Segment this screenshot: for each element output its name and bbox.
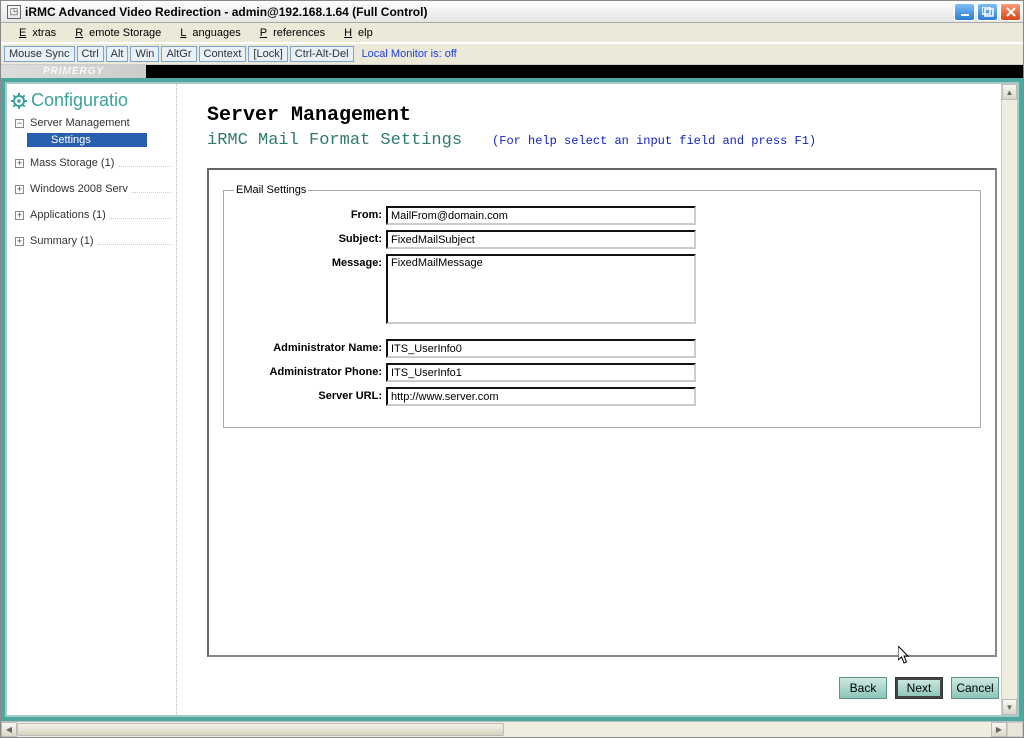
- help-hint: (For help select an input field and pres…: [492, 134, 816, 148]
- outer-horizontal-scrollbar[interactable]: ◀ ▶: [1, 721, 1023, 737]
- tree-mass-storage[interactable]: + Mass Storage (1): [11, 155, 172, 171]
- close-button[interactable]: [1000, 3, 1021, 21]
- tree-summary[interactable]: + Summary (1): [11, 233, 172, 249]
- tree-windows-2008[interactable]: + Windows 2008 Serv: [11, 181, 172, 197]
- from-input[interactable]: [386, 206, 696, 225]
- tree-dots: [132, 186, 172, 193]
- maximize-button[interactable]: [977, 3, 998, 21]
- menu-languages[interactable]: Languages: [168, 25, 246, 41]
- admin-phone-input[interactable]: [386, 363, 696, 382]
- h-scroll-thumb[interactable]: [17, 723, 504, 736]
- toolbar: Mouse Sync Ctrl Alt Win AltGr Context [L…: [1, 43, 1023, 65]
- row-subject: Subject:: [234, 230, 960, 249]
- cancel-button[interactable]: Cancel: [951, 677, 999, 699]
- tree-label: Mass Storage (1): [30, 157, 114, 169]
- admin-phone-label: Administrator Phone:: [234, 363, 386, 378]
- expand-icon[interactable]: +: [15, 159, 24, 168]
- window-title: iRMC Advanced Video Redirection - admin@…: [25, 5, 954, 19]
- page-heading: Server Management: [207, 104, 997, 127]
- tree-label: Windows 2008 Serv: [30, 183, 128, 195]
- scroll-track[interactable]: [1002, 100, 1017, 699]
- tree-settings-selected[interactable]: Settings: [27, 133, 147, 147]
- row-admin-name: Administrator Name:: [234, 339, 960, 358]
- tree-server-management[interactable]: − Server Management: [11, 115, 172, 131]
- menu-preferences[interactable]: Preferences: [248, 25, 331, 41]
- wizard-buttons: Back Next Cancel: [839, 677, 999, 699]
- tree-applications[interactable]: + Applications (1): [11, 207, 172, 223]
- fieldset-legend: EMail Settings: [234, 184, 308, 196]
- h-scroll-track[interactable]: [17, 722, 991, 737]
- tool-mouse-sync[interactable]: Mouse Sync: [4, 46, 75, 62]
- sidebar: Configuratio − Server Management Setting…: [7, 84, 177, 715]
- primergy-strip: PRIMERGY: [1, 65, 1023, 78]
- tree-label: Applications (1): [30, 209, 106, 221]
- content-inner: Configuratio − Server Management Setting…: [5, 82, 1019, 717]
- next-button[interactable]: Next: [895, 677, 943, 699]
- admin-name-label: Administrator Name:: [234, 339, 386, 354]
- scroll-right-icon[interactable]: ▶: [991, 722, 1007, 737]
- main-panel: Server Management iRMC Mail Format Setti…: [177, 84, 1017, 715]
- subheading-text: iRMC Mail Format Settings: [207, 131, 462, 150]
- server-url-input[interactable]: [386, 387, 696, 406]
- scroll-up-icon[interactable]: ▲: [1002, 84, 1017, 100]
- message-label: Message:: [234, 254, 386, 269]
- tool-lock[interactable]: [Lock]: [248, 46, 287, 62]
- form-box: EMail Settings From: Subject: Message: F…: [207, 168, 997, 657]
- subject-input[interactable]: [386, 230, 696, 249]
- back-button[interactable]: Back: [839, 677, 887, 699]
- titlebar: ◳ iRMC Advanced Video Redirection - admi…: [1, 1, 1023, 23]
- scroll-corner: [1007, 722, 1023, 737]
- row-message: Message: FixedMailMessage: [234, 254, 960, 324]
- tree-dots: [118, 160, 172, 167]
- tool-alt[interactable]: Alt: [106, 46, 129, 62]
- sidebar-title: Configuratio: [11, 90, 172, 111]
- tool-ctrl[interactable]: Ctrl: [77, 46, 104, 62]
- collapse-icon[interactable]: −: [15, 119, 24, 128]
- menu-extras[interactable]: Extras: [7, 25, 62, 41]
- message-input[interactable]: FixedMailMessage: [386, 254, 696, 324]
- subject-label: Subject:: [234, 230, 386, 245]
- local-monitor-status: Local Monitor is: off: [362, 48, 457, 60]
- window-buttons: [954, 3, 1021, 21]
- scroll-down-icon[interactable]: ▼: [1002, 699, 1017, 715]
- server-url-label: Server URL:: [234, 387, 386, 402]
- menu-help[interactable]: Help: [332, 25, 379, 41]
- sidebar-title-text: Configuratio: [31, 90, 128, 111]
- tool-ctrl-alt-del[interactable]: Ctrl-Alt-Del: [290, 46, 354, 62]
- tree-label: Server Management: [30, 117, 130, 129]
- minimize-button[interactable]: [954, 3, 975, 21]
- menubar: Extras Remote Storage Languages Preferen…: [1, 23, 1023, 43]
- app-icon: ◳: [7, 5, 21, 19]
- tool-altgr[interactable]: AltGr: [161, 46, 196, 62]
- from-label: From:: [234, 206, 386, 221]
- tree-dots: [110, 212, 172, 219]
- row-from: From:: [234, 206, 960, 225]
- app-window: ◳ iRMC Advanced Video Redirection - admi…: [0, 0, 1024, 738]
- gear-icon: [11, 93, 27, 109]
- row-server-url: Server URL:: [234, 387, 960, 406]
- expand-icon[interactable]: +: [15, 185, 24, 194]
- email-settings-fieldset: EMail Settings From: Subject: Message: F…: [223, 184, 981, 428]
- expand-icon[interactable]: +: [15, 237, 24, 246]
- page-subheading: iRMC Mail Format Settings (For help sele…: [207, 131, 997, 150]
- admin-name-input[interactable]: [386, 339, 696, 358]
- primergy-logo: PRIMERGY: [1, 65, 146, 78]
- tool-win[interactable]: Win: [130, 46, 159, 62]
- scroll-left-icon[interactable]: ◀: [1, 722, 17, 737]
- tree-label: Summary (1): [30, 235, 94, 247]
- inner-vertical-scrollbar[interactable]: ▲ ▼: [1001, 84, 1017, 715]
- tree-dots: [98, 238, 172, 245]
- menu-remote-storage[interactable]: Remote Storage: [63, 25, 167, 41]
- expand-icon[interactable]: +: [15, 211, 24, 220]
- tool-context[interactable]: Context: [199, 46, 247, 62]
- row-admin-phone: Administrator Phone:: [234, 363, 960, 382]
- content-wrap: Configuratio − Server Management Setting…: [1, 78, 1023, 721]
